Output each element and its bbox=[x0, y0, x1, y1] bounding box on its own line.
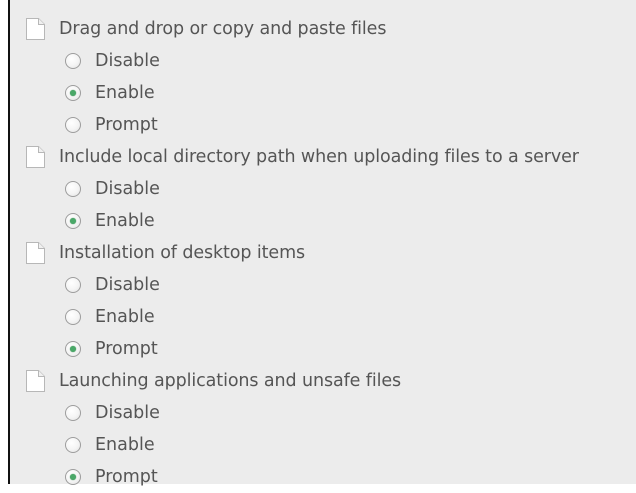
radio-button-icon[interactable] bbox=[65, 341, 81, 357]
option-label: Disable bbox=[95, 51, 160, 71]
option-label: Disable bbox=[95, 403, 160, 423]
document-icon bbox=[26, 370, 45, 392]
document-icon bbox=[26, 242, 45, 264]
radio-button-icon[interactable] bbox=[65, 213, 81, 229]
radio-button-icon[interactable] bbox=[65, 469, 81, 485]
option-label: Prompt bbox=[95, 467, 158, 487]
option-enable[interactable]: Enable bbox=[25, 429, 636, 461]
option-label: Prompt bbox=[95, 339, 158, 359]
option-label: Disable bbox=[95, 179, 160, 199]
option-label: Enable bbox=[95, 211, 155, 231]
option-disable[interactable]: Disable bbox=[25, 397, 636, 429]
setting-title: Drag and drop or copy and paste files bbox=[59, 19, 387, 39]
option-prompt[interactable]: Prompt bbox=[25, 461, 636, 493]
settings-list: Drag and drop or copy and paste files Di… bbox=[25, 13, 636, 493]
radio-button-icon[interactable] bbox=[65, 277, 81, 293]
radio-button-icon[interactable] bbox=[65, 181, 81, 197]
option-label: Prompt bbox=[95, 115, 158, 135]
option-disable[interactable]: Disable bbox=[25, 269, 636, 301]
document-icon bbox=[26, 18, 45, 40]
radio-button-icon[interactable] bbox=[65, 117, 81, 133]
setting-row-launching-apps: Launching applications and unsafe files bbox=[25, 365, 636, 397]
radio-button-icon[interactable] bbox=[65, 437, 81, 453]
setting-title: Launching applications and unsafe files bbox=[59, 371, 402, 391]
settings-panel: Drag and drop or copy and paste files Di… bbox=[8, 0, 636, 487]
setting-title: Installation of desktop items bbox=[59, 243, 306, 263]
setting-title: Include local directory path when upload… bbox=[59, 147, 579, 167]
document-icon bbox=[26, 146, 45, 168]
radio-button-icon[interactable] bbox=[65, 309, 81, 325]
radio-button-icon[interactable] bbox=[65, 53, 81, 69]
option-prompt[interactable]: Prompt bbox=[25, 109, 636, 141]
setting-row-drag-drop: Drag and drop or copy and paste files bbox=[25, 13, 636, 45]
option-prompt[interactable]: Prompt bbox=[25, 333, 636, 365]
option-label: Disable bbox=[95, 275, 160, 295]
option-enable[interactable]: Enable bbox=[25, 77, 636, 109]
option-label: Enable bbox=[95, 83, 155, 103]
setting-row-desktop-items: Installation of desktop items bbox=[25, 237, 636, 269]
option-disable[interactable]: Disable bbox=[25, 173, 636, 205]
option-enable[interactable]: Enable bbox=[25, 301, 636, 333]
option-enable[interactable]: Enable bbox=[25, 205, 636, 237]
setting-row-local-directory-path: Include local directory path when upload… bbox=[25, 141, 636, 173]
option-disable[interactable]: Disable bbox=[25, 45, 636, 77]
option-label: Enable bbox=[95, 435, 155, 455]
radio-button-icon[interactable] bbox=[65, 85, 81, 101]
option-label: Enable bbox=[95, 307, 155, 327]
radio-button-icon[interactable] bbox=[65, 405, 81, 421]
